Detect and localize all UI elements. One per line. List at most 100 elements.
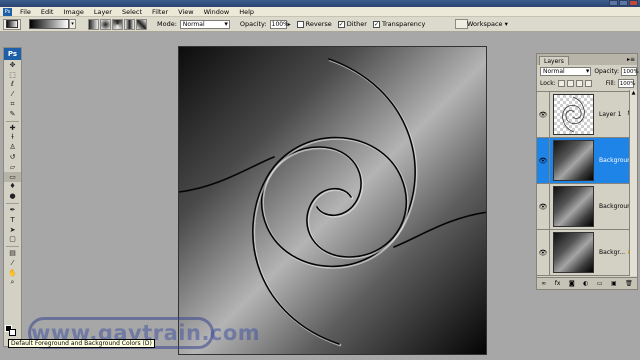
slice-tool-icon[interactable]: ✎ xyxy=(4,109,21,119)
layer-name[interactable]: Backgr... xyxy=(599,249,629,256)
dither-checkbox[interactable]: ✓ Dither xyxy=(337,20,367,28)
layer-thumbnail xyxy=(553,94,594,135)
visibility-eye-icon[interactable]: 👁 xyxy=(537,230,550,275)
lock-image-icon[interactable] xyxy=(566,79,574,87)
shape-tool-icon[interactable]: ▢ xyxy=(4,235,21,245)
menu-window[interactable]: Window xyxy=(199,8,235,16)
pen-tool-icon[interactable]: ✒ xyxy=(4,205,21,215)
hand-tool-icon[interactable]: ✋ xyxy=(4,268,21,278)
fill-input[interactable]: 100% xyxy=(617,78,635,88)
link-icon[interactable]: ∞ xyxy=(541,280,546,287)
type-tool-icon[interactable]: T xyxy=(4,215,21,225)
layer-name[interactable]: Backgroun... xyxy=(599,157,629,164)
document-canvas[interactable] xyxy=(178,46,487,355)
linear-gradient-button[interactable] xyxy=(88,18,99,30)
new-layer-icon[interactable]: ▣ xyxy=(611,280,617,287)
mode-select[interactable]: Normal xyxy=(179,19,230,29)
layer-opacity-input[interactable]: 100% xyxy=(621,66,639,76)
gradient-preview[interactable] xyxy=(29,19,69,29)
lock-all-icon[interactable] xyxy=(584,79,592,87)
lock-position-icon[interactable] xyxy=(575,79,583,87)
options-bar: ▾ Mode: Normal Opacity: 100% ▸ Reverse ✓… xyxy=(0,17,640,32)
history-brush-tool-icon[interactable]: ↺ xyxy=(4,152,21,162)
magic-wand-tool-icon[interactable]: ⁄ xyxy=(4,89,21,99)
diamond-gradient-button[interactable] xyxy=(136,18,147,30)
move-tool-icon[interactable]: ✥ xyxy=(4,60,21,70)
maximize-button[interactable] xyxy=(619,0,628,6)
mask-icon[interactable]: ◙ xyxy=(569,280,575,287)
visibility-eye-icon[interactable]: 👁 xyxy=(537,92,550,137)
blend-mode-select[interactable]: Normal xyxy=(540,66,592,76)
tool-divider xyxy=(6,202,19,205)
spiral-thumbnail xyxy=(562,96,585,133)
photoshop-logo[interactable]: Ps xyxy=(4,48,21,60)
healing-brush-tool-icon[interactable]: ✚ xyxy=(4,123,21,133)
background-color-swatch[interactable] xyxy=(9,329,16,336)
menu-edit[interactable]: Edit xyxy=(36,8,59,16)
layer-name[interactable]: Background... xyxy=(599,203,629,210)
blur-tool-icon[interactable]: ♦ xyxy=(4,182,21,192)
checkbox-box xyxy=(296,20,304,28)
menu-help[interactable]: Help xyxy=(234,8,259,16)
angle-gradient-button[interactable] xyxy=(112,18,123,30)
app-icon[interactable]: Ps xyxy=(3,7,12,16)
adjustment-icon[interactable]: ◐ xyxy=(583,280,588,287)
notes-tool-icon[interactable]: ▤ xyxy=(4,248,21,258)
reflected-gradient-button[interactable] xyxy=(124,18,135,30)
tool-preset-picker[interactable] xyxy=(3,18,21,30)
opacity-input[interactable]: 100% xyxy=(269,19,289,29)
layer-list: 👁 Layer 1 fx 👁 Backgroun... 👁 Background… xyxy=(537,91,637,277)
layer-row[interactable]: 👁 Layer 1 fx xyxy=(537,92,637,138)
blend-row: Normal Opacity: 100% xyxy=(537,65,639,77)
layers-scrollbar[interactable]: ▲ xyxy=(629,90,637,276)
close-button[interactable] xyxy=(629,0,638,6)
folder-icon[interactable]: ▭ xyxy=(597,280,603,287)
menu-view[interactable]: View xyxy=(173,8,198,16)
reverse-checkbox[interactable]: Reverse xyxy=(296,20,332,28)
layer-row[interactable]: 👁 Backgroun... xyxy=(537,138,637,184)
gradient-tool-icon[interactable]: ▭ xyxy=(4,171,21,182)
eraser-tool-icon[interactable]: ▱ xyxy=(4,162,21,172)
crop-tool-icon[interactable]: ⌗ xyxy=(4,99,21,109)
tab-layers[interactable]: Layers xyxy=(539,56,569,65)
menu-file[interactable]: File xyxy=(15,8,36,16)
scroll-up-icon[interactable]: ▲ xyxy=(630,90,637,96)
mode-label: Mode: xyxy=(157,20,177,28)
tooltip: Default Foreground and Background Colors… xyxy=(8,339,155,348)
menu-filter[interactable]: Filter xyxy=(147,8,173,16)
menu-bar: Ps File Edit Image Layer Select Filter V… xyxy=(0,7,640,17)
layer-name[interactable]: Layer 1 xyxy=(599,111,629,118)
toolbox: Ps ✥ ⬚ ℓ ⁄ ⌗ ✎ ✚ ɫ ♙ ↺ ▱ ▭ ♦ ● ✒ T ➤ ▢ ▤… xyxy=(3,47,22,347)
layer-row[interactable]: 👁 Background... xyxy=(537,184,637,230)
visibility-eye-icon[interactable]: 👁 xyxy=(537,184,550,229)
dodge-tool-icon[interactable]: ● xyxy=(4,191,21,201)
trash-icon[interactable]: 🗑 xyxy=(625,280,633,287)
minimize-button[interactable] xyxy=(609,0,618,6)
fx-icon[interactable]: fx xyxy=(555,280,561,287)
marquee-tool-icon[interactable]: ⬚ xyxy=(4,70,21,80)
menu-select[interactable]: Select xyxy=(117,8,147,16)
eyedropper-tool-icon[interactable]: ⁄ xyxy=(4,258,21,268)
lock-transparent-icon[interactable] xyxy=(557,79,565,87)
lasso-tool-icon[interactable]: ℓ xyxy=(4,80,21,90)
dither-label: Dither xyxy=(346,20,367,28)
tool-divider xyxy=(6,245,19,248)
brush-tool-icon[interactable]: ɫ xyxy=(4,133,21,143)
visibility-eye-icon[interactable]: 👁 xyxy=(537,138,550,183)
panel-menu-icon[interactable]: ▸≡ xyxy=(627,56,635,63)
layer-opacity-label: Opacity: xyxy=(594,67,619,75)
path-selection-tool-icon[interactable]: ➤ xyxy=(4,225,21,235)
menu-layer[interactable]: Layer xyxy=(89,8,117,16)
zoom-tool-icon[interactable]: ⌕ xyxy=(4,278,21,288)
layer-thumbnail xyxy=(553,140,594,181)
transparency-checkbox[interactable]: ✓ Transparency xyxy=(372,20,425,28)
color-swatches[interactable] xyxy=(5,325,17,337)
clone-stamp-tool-icon[interactable]: ♙ xyxy=(4,142,21,152)
window-controls xyxy=(609,0,638,6)
gradient-dropdown-button[interactable]: ▾ xyxy=(69,19,76,29)
radial-gradient-button[interactable] xyxy=(100,18,111,30)
menu-image[interactable]: Image xyxy=(58,8,88,16)
workspace-menu[interactable]: Workspace ▾ xyxy=(467,20,508,28)
opacity-slider-arrow[interactable]: ▸ xyxy=(288,21,291,28)
layer-row[interactable]: 👁 Backgr... 🔒 xyxy=(537,230,637,276)
